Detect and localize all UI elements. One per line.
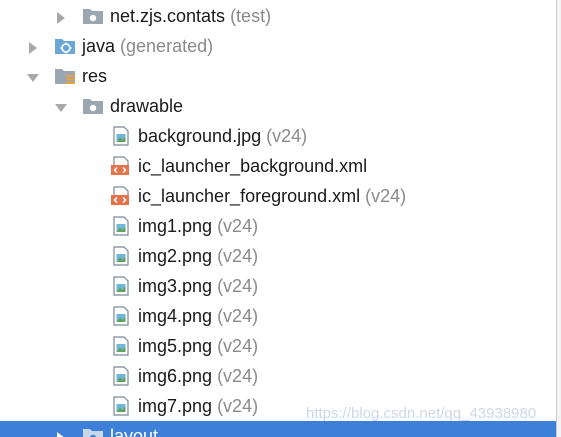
tree-item-label: img6.png: [138, 366, 213, 386]
tree-item-label: layout: [110, 426, 159, 437]
xml-file-icon: [110, 186, 132, 206]
tree-item-img5-png[interactable]: img5.png (v24): [0, 331, 556, 361]
tree-item-hint: (v24): [212, 276, 259, 296]
tree-item-hint: (v24): [212, 306, 259, 326]
tree-item-ic-launcher-foreground-xml[interactable]: ic_launcher_foreground.xml (v24): [0, 181, 556, 211]
tree-item-java-generated[interactable]: java (generated): [0, 31, 556, 61]
tree-item-img4-png[interactable]: img4.png (v24): [0, 301, 556, 331]
project-tool-window: net.zjs.contats (test) java (generated): [0, 0, 561, 437]
tree-item-label: res: [82, 66, 108, 86]
tree-item-ic-launcher-background-xml[interactable]: ic_launcher_background.xml: [0, 151, 556, 181]
tree-item-drawable[interactable]: drawable: [0, 91, 556, 121]
watermark: https://blog.csdn.net/qq_43938980: [306, 405, 537, 422]
tree-item-label: drawable: [110, 96, 184, 116]
generated-folder-icon: [54, 36, 76, 56]
image-file-icon: [110, 306, 132, 326]
tree-item-label: java: [82, 36, 116, 56]
tree-item-hint: (v24): [212, 396, 259, 416]
tree-item-label: img1.png: [138, 216, 213, 236]
image-file-icon: [110, 246, 132, 266]
image-file-icon: [110, 336, 132, 356]
tree-item-img6-png[interactable]: img6.png (v24): [0, 361, 556, 391]
tree-item-hint: (v24): [212, 336, 259, 356]
editor-pane-edge: [557, 0, 561, 437]
resource-folder-icon: [54, 66, 76, 86]
tree-item-label: ic_launcher_foreground.xml: [138, 186, 361, 206]
image-file-icon: [110, 366, 132, 386]
tree-item-res[interactable]: res: [0, 61, 556, 91]
tree-item-label: background.jpg: [138, 126, 262, 146]
tree-item-label: img2.png: [138, 246, 213, 266]
tree-item-label: img5.png: [138, 336, 213, 356]
folder-icon: [82, 6, 104, 26]
tree-item-label: ic_launcher_background.xml: [138, 156, 368, 176]
image-file-icon: [110, 396, 132, 416]
tree-item-hint: (generated): [115, 36, 214, 56]
tree-item-layout[interactable]: layout: [0, 421, 556, 437]
chevron-right-icon[interactable]: [54, 9, 68, 24]
tree-item-label: img3.png: [138, 276, 213, 296]
folder-icon: [82, 96, 104, 116]
tree-item-label: net.zjs.contats: [110, 6, 226, 26]
tree-item-img2-png[interactable]: img2.png (v24): [0, 241, 556, 271]
tree-item-img3-png[interactable]: img3.png (v24): [0, 271, 556, 301]
tree-item-hint: (v24): [212, 216, 259, 236]
chevron-right-icon[interactable]: [26, 39, 40, 54]
tree-item-hint: (v24): [360, 186, 407, 206]
folder-icon: [82, 426, 104, 437]
tree-item-hint: (test): [225, 6, 272, 26]
tree-item-net-zjs-contats[interactable]: net.zjs.contats (test): [0, 1, 556, 31]
tree-item-img1-png[interactable]: img1.png (v24): [0, 211, 556, 241]
tree-item-hint: (v24): [212, 246, 259, 266]
project-tree: net.zjs.contats (test) java (generated): [0, 0, 556, 437]
image-file-icon: [110, 276, 132, 296]
tree-item-label: img4.png: [138, 306, 213, 326]
chevron-down-icon[interactable]: [54, 99, 68, 113]
image-file-icon: [110, 216, 132, 236]
tree-item-hint: (v24): [261, 126, 308, 146]
image-file-icon: [110, 126, 132, 146]
chevron-down-icon[interactable]: [26, 69, 40, 83]
xml-file-icon: [110, 156, 132, 176]
chevron-right-icon[interactable]: [54, 429, 68, 437]
tree-item-background-jpg[interactable]: background.jpg (v24): [0, 121, 556, 151]
tree-item-label: img7.png: [138, 396, 213, 416]
tree-item-hint: (v24): [212, 366, 259, 386]
